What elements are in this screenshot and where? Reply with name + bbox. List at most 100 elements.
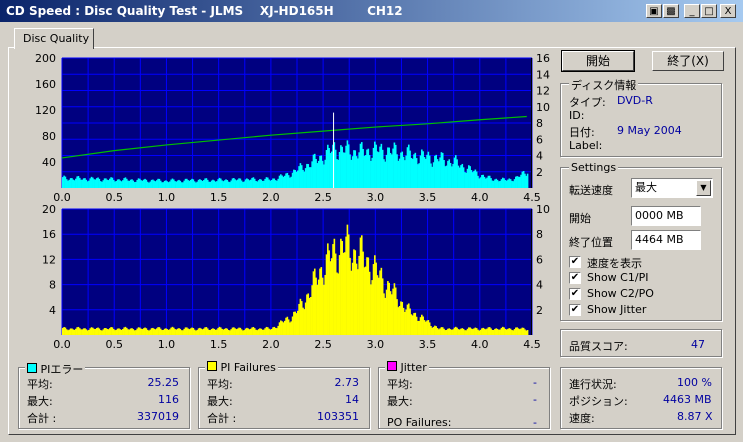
speed-select[interactable]: 最大 ▼ [631,178,713,198]
pi-failures-swatch [207,361,217,371]
y-tick-left: 80 [42,130,56,143]
x-tick: 2.5 [314,191,332,204]
start-pos-label: 開始 [569,212,591,225]
plot-edge [531,58,532,188]
start-pos-input[interactable]: 0000 MB [631,206,701,226]
pi-failures-total-label: 合計 : [207,412,237,425]
maximize-button[interactable]: □ [701,4,717,18]
x-tick: 1.0 [158,191,176,204]
pi-errors-avg-label: 平均: [27,378,53,391]
x-tick: 0.5 [105,191,123,204]
y-tick-left: 40 [42,156,56,169]
x-tick: 1.5 [210,191,228,204]
x-tick: 3.0 [367,191,385,204]
quality-score-value: 47 [691,338,705,351]
pi-failures-avg-label: 平均: [207,378,233,391]
show-jitter-checkbox[interactable]: ✔ [569,304,581,316]
progress-label: 進行状況: [569,378,617,391]
exit-button[interactable]: 終了(X) [652,51,724,71]
y-tick-left: 20 [42,203,56,216]
settings-label: Settings [569,161,619,174]
app-icon-a[interactable]: ▣ [646,4,662,18]
x-tick: 2.0 [262,338,280,351]
pi-failures-max-value: 14 [345,393,359,406]
pi-failure-bar [526,330,529,335]
y-tick-right: 10 [536,101,550,114]
window-title: CD Speed : Disc Quality Test - JLMS XJ-H… [6,4,403,18]
plot-edge [531,209,532,335]
show-c1pi-label: Show C1/PI [587,271,649,284]
end-pos-input[interactable]: 4464 MB [631,230,701,250]
y-tick-right: 14 [536,68,550,81]
y-tick-right: 2 [536,304,543,317]
end-pos-label: 終了位置 [569,236,613,249]
pi-failures-avg-value: 2.73 [334,376,360,389]
show-c2po-checkbox[interactable]: ✔ [569,288,581,300]
y-tick-right: 16 [536,52,550,65]
pi-failures-max-label: 最大: [207,395,233,408]
minimize-button[interactable]: _ [684,4,700,18]
jitter-avg-label: 平均: [387,378,413,391]
y-tick-left: 4 [49,304,56,317]
jitter-legend: Jitter [385,361,429,374]
x-tick: 0.5 [105,338,123,351]
x-tick: 4.5 [523,338,541,351]
jitter-avg-value: - [533,376,537,389]
close-button[interactable]: X [720,4,736,18]
jitter-max-value: - [533,393,537,406]
speed-label: 転送速度 [569,184,613,197]
type-label: タイプ: [569,96,606,109]
x-tick: 1.0 [158,338,176,351]
show-c2po-label: Show C2/PO [587,287,654,300]
date-value: 9 May 2004 [617,124,682,137]
show-speed-label: 速度を表示 [587,257,642,270]
quality-score-label: 品質スコア: [569,340,628,353]
chevron-down-icon[interactable]: ▼ [696,180,711,196]
current-speed-label: 速度: [569,412,595,425]
x-tick: 4.0 [471,191,489,204]
pi-errors-group: PIエラー 平均: 25.25 最大: 116 合計 : 337019 [18,361,190,429]
date-label: 日付: [569,126,595,139]
pi-errors-legend: PIエラー [25,361,86,377]
pi-errors-max-label: 最大: [27,395,53,408]
disc-label-label: Label: [569,139,603,152]
settings-group: Settings 転送速度 最大 ▼ 開始 0000 MB 終了位置 4464 … [560,161,722,321]
jitter-label: Jitter [400,361,427,374]
app-icon-b[interactable]: ▩ [663,4,679,18]
start-button[interactable]: 開始 [561,50,635,72]
quality-score-box: 品質スコア: 47 [560,329,722,357]
pi-failures-group: PI Failures 平均: 2.73 最大: 14 合計 : 103351 [198,361,370,429]
speed-select-value: 最大 [635,181,657,194]
x-tick: 2.0 [262,191,280,204]
y-tick-left: 16 [42,228,56,241]
jitter-max-label: 最大: [387,395,413,408]
charts-area: 200 160 120 80 40 16 14 12 10 8 6 4 2 0.0 0.5 1.0 1.5 2.0… [35,52,550,351]
pi-failures-total-value: 103351 [317,410,359,423]
y-tick-right: 6 [536,253,543,266]
po-failures-label: PO Failures: [387,416,452,429]
pi-error-bar [526,173,529,188]
x-tick: 2.5 [314,338,332,351]
type-value: DVD-R [617,94,653,107]
tab-label: Disc Quality [23,32,90,45]
show-c1pi-checkbox[interactable]: ✔ [569,272,581,284]
pi-failures-legend: PI Failures [205,361,278,374]
y-tick-right: 2 [536,166,543,179]
y-tick-right: 10 [536,203,550,216]
x-tick: 0.0 [53,338,71,351]
show-speed-checkbox[interactable]: ✔ [569,256,581,268]
pi-errors-total-label: 合計 : [27,412,57,425]
pi-failures-label: PI Failures [220,361,276,374]
y-tick-right: 8 [536,228,543,241]
y-tick-right: 12 [536,85,550,98]
y-tick-left: 8 [49,279,56,292]
id-label: ID: [569,109,585,122]
progress-box: 進行状況: 100 % ポジション: 4463 MB 速度: 8.87 X [560,367,722,429]
x-tick: 3.5 [419,191,437,204]
x-tick: 3.0 [367,338,385,351]
y-tick-right: 8 [536,117,543,130]
jitter-group: Jitter 平均: - 最大: - PO Failures: - [378,361,550,429]
pi-errors-label: PIエラー [40,363,84,376]
current-speed-value: 8.87 X [677,410,713,423]
tab-disc-quality[interactable]: Disc Quality [14,28,94,49]
